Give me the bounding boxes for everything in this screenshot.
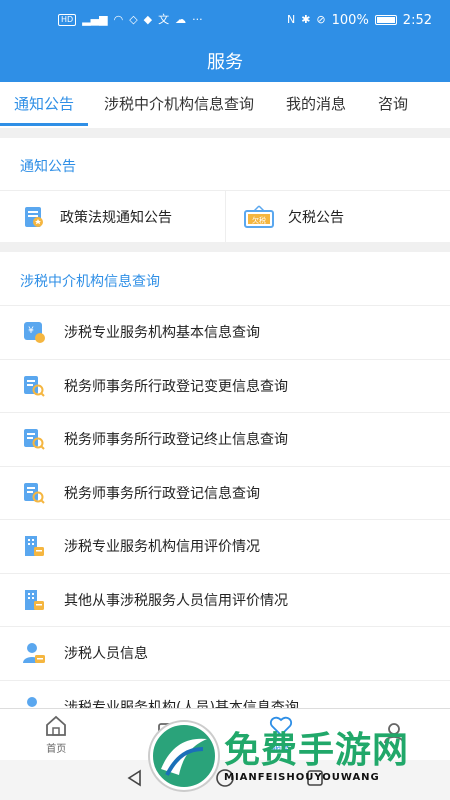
- list-item[interactable]: 税务师事务所行政登记变更信息查询: [0, 358, 450, 413]
- watermark-en: MIANFEISHOUYOUWANG: [224, 771, 380, 783]
- building-credit-icon: [22, 534, 46, 558]
- list-item-label: 涉税人员信息: [64, 646, 148, 663]
- svg-text:欠税: 欠税: [252, 216, 266, 225]
- agency-section-title: 涉税中介机构信息查询: [20, 274, 160, 290]
- battery-icon: [374, 15, 397, 25]
- tax-arrears-board-icon: 欠税: [244, 205, 274, 229]
- nfc-icon: N: [286, 13, 296, 26]
- divider: [0, 242, 450, 252]
- page-title: 服务: [207, 52, 243, 73]
- hd-icon: HD: [58, 14, 77, 26]
- more-icon: ···: [192, 13, 203, 26]
- notice-grid: 政策法规通知公告 欠税 欠税公告: [0, 190, 450, 243]
- bottom-tab-label: 首页: [46, 743, 67, 755]
- status-right-icons: N ✱ ⊘ 100% 2:52: [287, 13, 432, 28]
- back-icon[interactable]: [125, 768, 145, 792]
- list-item-label: 涉税专业服务机构基本信息查询: [64, 325, 260, 342]
- watermark: 免费手游网 MIANFEISHOUYOUWANG: [150, 712, 450, 800]
- translate-icon: 文: [158, 13, 170, 26]
- building-credit-icon: [22, 588, 46, 612]
- watermark-text: 免费手游网 MIANFEISHOUYOUWANG: [224, 730, 409, 783]
- list-item[interactable]: 税务师事务所行政登记信息查询: [0, 465, 450, 520]
- bluetooth-icon: ✱: [301, 13, 311, 26]
- list-item[interactable]: 涉税人员信息: [0, 626, 450, 680]
- app-notification-icon: ◆: [143, 13, 153, 26]
- notice-section-title: 通知公告: [20, 159, 76, 175]
- signal-icon: ▂▄▆: [82, 13, 108, 26]
- clock: 2:52: [402, 12, 432, 28]
- agency-basic-info-icon: ¥: [22, 320, 46, 344]
- notice-item-label: 政策法规通知公告: [60, 210, 172, 226]
- status-left-icons: HD ▂▄▆ ◠ ◇ ◆ 文 ☁ ···: [58, 13, 203, 27]
- battery-percent: 100%: [331, 12, 369, 28]
- tab-bar: 通知公告 涉税中介机构信息查询 我的消息 咨询: [0, 82, 450, 128]
- status-bar: HD ▂▄▆ ◠ ◇ ◆ 文 ☁ ··· N ✱ ⊘ 100% 2:52: [0, 0, 450, 40]
- registration-search-icon: [22, 481, 46, 505]
- person-card-icon: [22, 641, 46, 665]
- list-item-label: 税务师事务所行政登记终止信息查询: [64, 432, 288, 449]
- cloud-icon: ☁: [175, 13, 187, 26]
- registration-search-icon: [22, 427, 46, 451]
- mute-icon: ⊘: [316, 13, 326, 26]
- agency-list: ¥ 涉税专业服务机构基本信息查询 税务师事务所行政登记变更信息查询 税务师事务所…: [0, 305, 450, 733]
- registration-search-icon: [22, 374, 46, 398]
- notice-item-policy[interactable]: 政策法规通知公告: [0, 191, 225, 243]
- tab-notice[interactable]: 通知公告: [0, 82, 89, 128]
- divider: [0, 128, 450, 138]
- policy-doc-icon: [22, 205, 46, 229]
- svg-text:¥: ¥: [28, 326, 34, 336]
- home-icon: [44, 715, 68, 740]
- watermark-logo-icon: [150, 722, 218, 790]
- app-header: 服务: [0, 40, 450, 82]
- wifi-icon: ◠: [113, 13, 124, 26]
- tab-consult[interactable]: 咨询: [362, 82, 424, 128]
- watermark-cn: 免费手游网: [224, 729, 410, 771]
- list-item[interactable]: 涉税专业服务机构信用评价情况: [0, 519, 450, 573]
- tab-my-messages[interactable]: 我的消息: [270, 82, 362, 128]
- list-item[interactable]: ¥ 涉税专业服务机构基本信息查询: [0, 305, 450, 359]
- list-item[interactable]: 税务师事务所行政登记终止信息查询: [0, 412, 450, 466]
- notification-icon: ◇: [129, 13, 138, 26]
- notice-item-label: 欠税公告: [288, 210, 344, 226]
- bottom-tab-home[interactable]: 首页: [0, 709, 113, 760]
- list-item-label: 税务师事务所行政登记信息查询: [64, 485, 260, 502]
- list-item-label: 税务师事务所行政登记变更信息查询: [64, 378, 288, 395]
- notice-item-arrears[interactable]: 欠税 欠税公告: [225, 191, 450, 243]
- tab-agency-query[interactable]: 涉税中介机构信息查询: [88, 82, 270, 128]
- list-item-label: 涉税专业服务机构信用评价情况: [64, 539, 260, 556]
- list-item[interactable]: 其他从事涉税服务人员信用评价情况: [0, 572, 450, 627]
- list-item-label: 其他从事涉税服务人员信用评价情况: [64, 592, 288, 609]
